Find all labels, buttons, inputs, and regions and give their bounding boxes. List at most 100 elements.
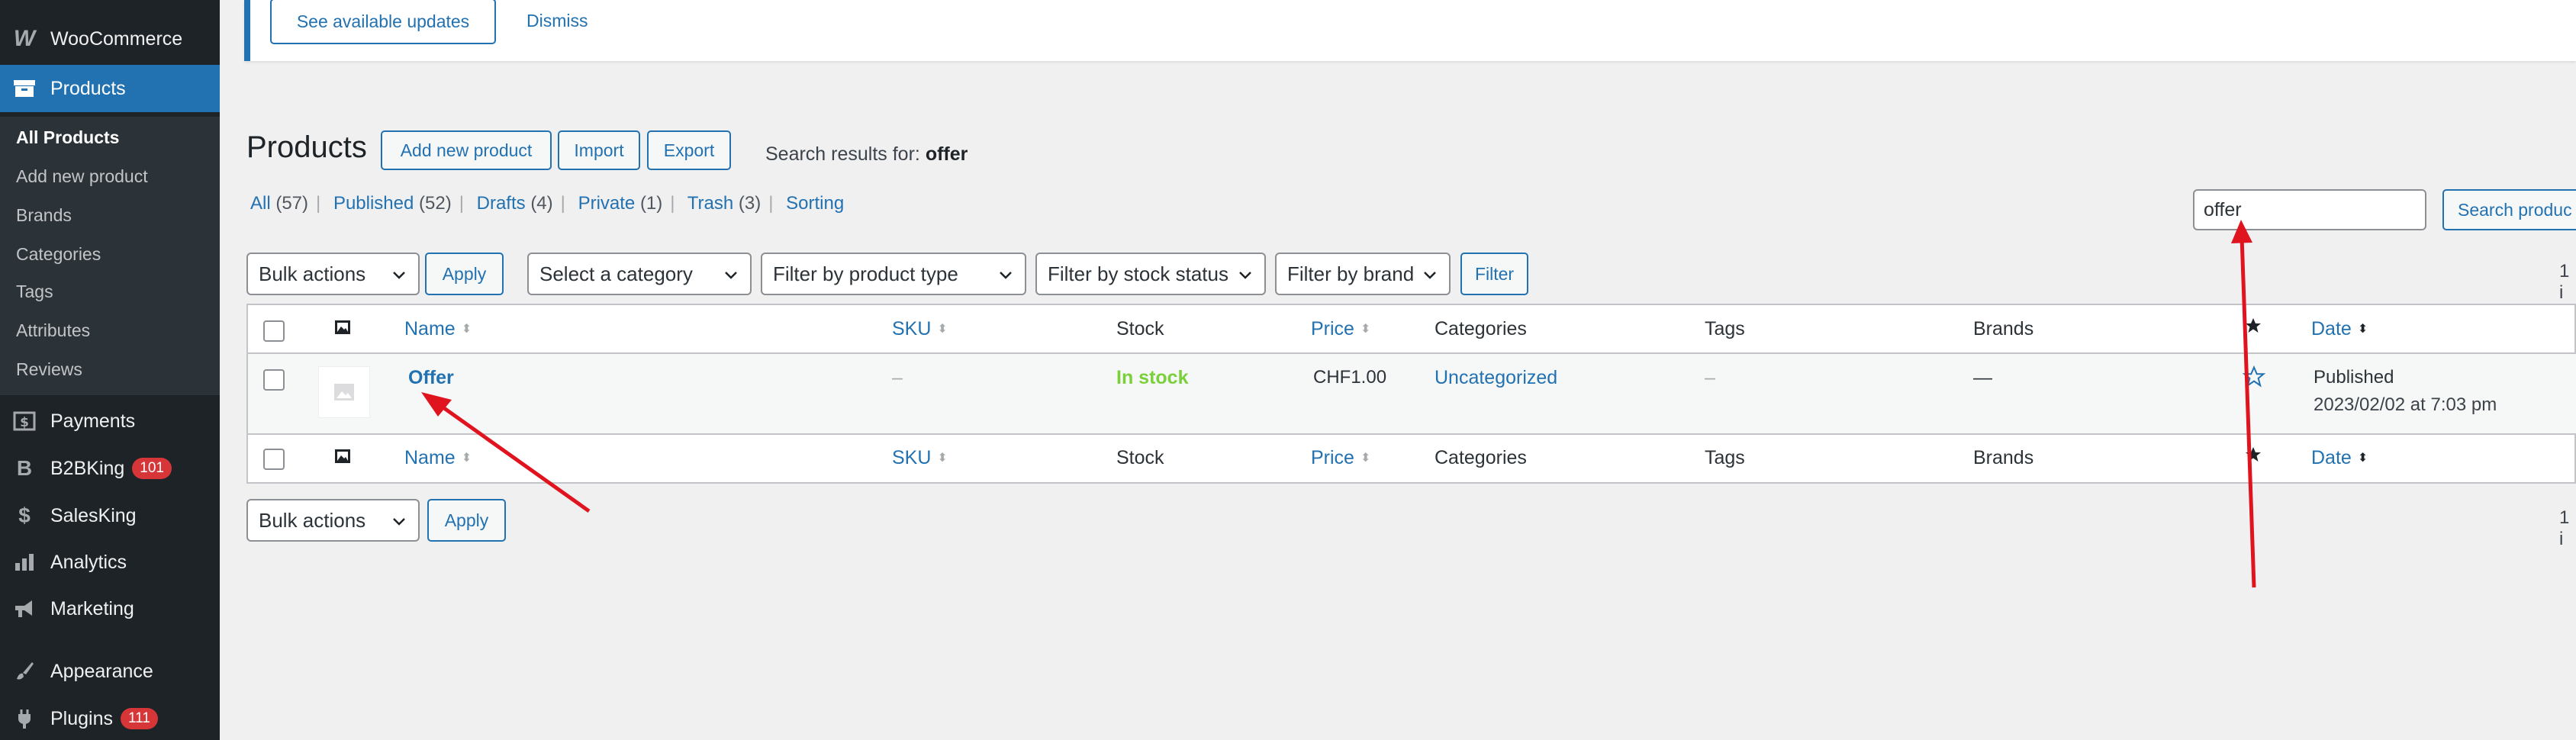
menu-products[interactable]: Products [0, 65, 220, 112]
b2bking-count-badge: 101 [132, 458, 172, 479]
menu-analytics[interactable]: Analytics [0, 539, 220, 585]
submenu-categories[interactable]: Categories [16, 244, 101, 265]
dismiss-link[interactable]: Dismiss [526, 11, 588, 31]
column-categories: Categories [1435, 447, 1527, 468]
chevron-down-icon [393, 272, 405, 279]
date-status: Published [2314, 367, 2394, 388]
payments-icon: $ [11, 407, 38, 435]
brand-filter-select[interactable]: Filter by brand [1275, 253, 1451, 295]
sort-desc-icon: ⬍ [2357, 452, 2368, 465]
submenu-attributes[interactable]: Attributes [16, 320, 90, 341]
menu-payments[interactable]: $ Payments [0, 398, 220, 444]
status-private[interactable]: Private [578, 193, 636, 214]
export-button[interactable]: Export [647, 130, 731, 170]
submenu-add-new-product[interactable]: Add new product [16, 166, 148, 187]
sort-icon: ⬍ [937, 323, 948, 336]
menu-salesking[interactable]: $ SalesKing [0, 493, 220, 539]
image-column-icon [333, 447, 352, 471]
menu-plugins[interactable]: Plugins 111 [0, 696, 220, 740]
submenu-reviews[interactable]: Reviews [16, 359, 82, 380]
product-thumbnail-placeholder[interactable] [318, 366, 370, 418]
search-input-value: offer [2204, 198, 2242, 220]
select-all-checkbox[interactable] [263, 320, 285, 342]
product-tags: – [1705, 367, 1715, 388]
featured-star-icon[interactable] [2242, 365, 2266, 394]
column-tags: Tags [1705, 318, 1745, 339]
menu-woocommerce[interactable]: W WooCommerce [0, 17, 220, 61]
sort-icon: ⬍ [1360, 452, 1371, 465]
admin-sidebar: W WooCommerce Products All Products Add … [0, 0, 220, 740]
salesking-icon: $ [18, 504, 31, 527]
import-button[interactable]: Import [558, 130, 640, 170]
column-sku[interactable]: SKU ⬍ [892, 447, 948, 469]
menu-b2bking[interactable]: B B2BKing 101 [0, 446, 220, 491]
row-checkbox[interactable] [263, 369, 285, 391]
sort-icon: ⬍ [461, 452, 472, 465]
submenu-tags[interactable]: Tags [16, 282, 53, 302]
search-products-button[interactable]: Search produc [2442, 189, 2576, 230]
bulk-actions-select-top[interactable]: Bulk actions [246, 253, 420, 295]
select-value: Filter by stock status [1048, 262, 1228, 285]
status-count: (4) [530, 193, 553, 214]
menu-label: Products [50, 77, 126, 99]
column-brands: Brands [1973, 318, 2034, 339]
apply-button-top[interactable]: Apply [425, 253, 504, 295]
page-title: Products [246, 130, 367, 164]
column-sku[interactable]: SKU ⬍ [892, 318, 948, 340]
items-count-top: 1 i [2559, 261, 2570, 303]
bulk-actions-select-bottom[interactable]: Bulk actions [246, 499, 420, 542]
submenu-all-products[interactable]: All Products [16, 127, 119, 148]
status-published[interactable]: Published [333, 193, 414, 214]
submenu-brands[interactable]: Brands [16, 205, 72, 226]
date-value: 2023/02/02 at 7:03 pm [2314, 394, 2497, 415]
select-value: Bulk actions [259, 508, 366, 532]
megaphone-icon [11, 595, 38, 623]
products-table: Name ⬍ SKU ⬍ Stock Price ⬍ Categories Tags … [246, 304, 2576, 484]
menu-appearance[interactable]: Appearance [0, 648, 220, 694]
column-date[interactable]: Date ⬍ [2311, 318, 2368, 340]
search-results-label: Search results for: offer [765, 143, 968, 166]
see-updates-button[interactable]: See available updates [270, 0, 496, 44]
product-name-link[interactable]: Offer [408, 367, 454, 389]
status-count: (57) [275, 193, 309, 214]
status-trash[interactable]: Trash [687, 193, 733, 214]
table-header-row: Name ⬍ SKU ⬍ Stock Price ⬍ Categories Tags … [248, 305, 2576, 354]
product-sku: – [892, 367, 903, 388]
stock-status: In stock [1116, 367, 1189, 388]
featured-column-star-icon[interactable] [2244, 446, 2262, 469]
column-name[interactable]: Name ⬍ [404, 447, 472, 469]
apply-button-bottom[interactable]: Apply [427, 499, 506, 542]
select-value: Select a category [539, 262, 693, 285]
menu-marketing[interactable]: Marketing [0, 586, 220, 632]
product-price: CHF1.00 [1313, 367, 1387, 388]
select-all-checkbox-bottom[interactable] [263, 449, 285, 470]
add-new-product-button[interactable]: Add new product [381, 130, 552, 170]
column-stock: Stock [1116, 318, 1164, 339]
svg-text:$: $ [20, 415, 29, 430]
featured-column-star-icon[interactable] [2244, 317, 2262, 340]
column-date[interactable]: Date ⬍ [2311, 447, 2368, 469]
column-price[interactable]: Price ⬍ [1311, 447, 1370, 469]
filter-button[interactable]: Filter [1460, 253, 1528, 295]
column-name[interactable]: Name ⬍ [404, 318, 472, 340]
category-filter-select[interactable]: Select a category [527, 253, 752, 295]
menu-label: Marketing [50, 597, 134, 619]
select-value: Bulk actions [259, 262, 366, 285]
status-sorting[interactable]: Sorting [786, 193, 844, 214]
bar-chart-icon [11, 549, 38, 576]
stock-status-filter-select[interactable]: Filter by stock status [1035, 253, 1266, 295]
product-search-input[interactable]: offer [2193, 189, 2426, 230]
product-type-filter-select[interactable]: Filter by product type [761, 253, 1026, 295]
table-row: Offer – In stock CHF1.00 Uncategorized –… [248, 354, 2576, 433]
plug-icon [11, 705, 38, 732]
status-drafts[interactable]: Drafts [477, 193, 526, 214]
status-count: (1) [639, 193, 663, 214]
plugins-count-badge: 111 [121, 708, 158, 729]
product-category-link[interactable]: Uncategorized [1435, 367, 1557, 389]
column-price[interactable]: Price ⬍ [1311, 318, 1370, 340]
status-all[interactable]: All [250, 193, 271, 214]
paintbrush-icon [11, 658, 38, 685]
search-results-prefix: Search results for: [765, 143, 920, 165]
chevron-down-icon [1000, 272, 1012, 279]
select-value: Filter by product type [773, 262, 958, 285]
